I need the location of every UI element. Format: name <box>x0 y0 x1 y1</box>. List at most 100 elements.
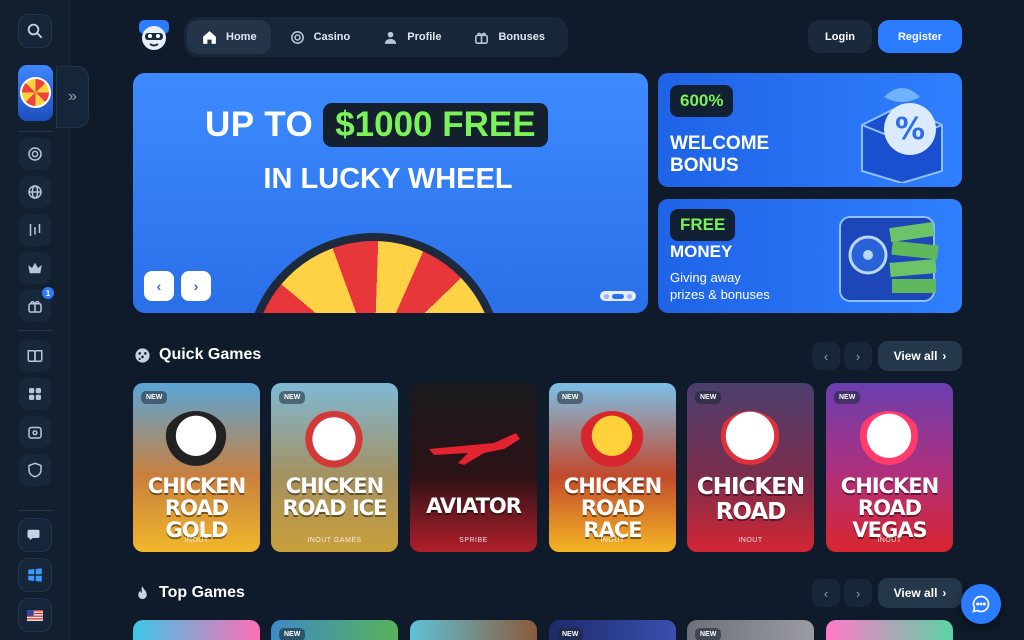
top-game-tile[interactable] <box>133 620 260 640</box>
game-provider: INOUT <box>738 537 763 544</box>
sidebar-item-live[interactable] <box>19 176 51 208</box>
quick-games-view-all-button[interactable]: View all › <box>878 341 962 371</box>
nav-casino[interactable]: Casino <box>275 20 365 54</box>
game-card-chicken-road-ice[interactable]: NEW CHICKEN ROAD ICE INOUT GAMES <box>271 383 398 552</box>
promo-title: MONEY <box>670 242 733 261</box>
lock-box-icon <box>28 426 42 439</box>
top-games-view-all-button[interactable]: View all › <box>878 578 962 608</box>
double-chevron-right-icon: » <box>68 88 77 105</box>
promo-welcome-bonus[interactable]: 600% WELCOME BONUS % <box>658 73 962 187</box>
nav-bonuses-label: Bonuses <box>498 31 545 43</box>
money-safe-icon <box>839 216 939 302</box>
game-provider: INOUT <box>184 537 209 544</box>
game-card-aviator[interactable]: AVIATOR SPRIBE <box>410 383 537 552</box>
game-provider: INOUT <box>600 537 625 544</box>
support-button[interactable] <box>18 518 52 552</box>
hero-prev-button[interactable]: ‹ <box>144 271 174 301</box>
top-game-tile[interactable] <box>826 620 953 640</box>
game-title: CHICKEN ROAD ICE <box>282 474 387 520</box>
sidebar-item-casino[interactable] <box>19 138 51 170</box>
windows-app-button[interactable] <box>18 558 52 592</box>
sidebar-item-promotions[interactable]: 1 <box>19 287 54 322</box>
game-title: CHICKEN ROAD VEGAS <box>840 474 939 542</box>
user-icon <box>385 31 397 44</box>
live-chat-button[interactable] <box>961 584 1001 624</box>
hero-next-button[interactable]: › <box>181 271 211 301</box>
top-games-next-button[interactable]: › <box>844 579 872 607</box>
promo-subtitle-line2: prizes & bonuses <box>670 287 770 302</box>
windows-icon <box>28 568 42 582</box>
game-title: AVIATOR <box>426 494 522 518</box>
lucky-wheel-thumbnail[interactable] <box>18 65 53 121</box>
sidebar-item-sports[interactable] <box>19 214 51 246</box>
chevron-right-icon: › <box>942 349 947 363</box>
globe-icon <box>28 185 42 199</box>
game-card-chicken-road-race[interactable]: NEW CHICKEN ROAD RACE INOUT <box>549 383 676 552</box>
carousel-dot-active[interactable] <box>612 293 624 299</box>
game-art <box>301 411 367 473</box>
sidebar-item-games[interactable] <box>19 378 51 410</box>
chevron-left-icon: ‹ <box>823 585 829 601</box>
nav-bonuses[interactable]: Bonuses <box>459 20 558 54</box>
sidebar-item-wallet[interactable] <box>19 416 51 448</box>
apps-icon <box>29 388 41 400</box>
top-games-prev-button[interactable]: ‹ <box>812 579 840 607</box>
top-game-tile[interactable]: NEW <box>687 620 814 640</box>
search-button[interactable] <box>18 14 52 48</box>
view-all-label: View all <box>893 586 938 600</box>
dice-icon <box>135 347 150 363</box>
hero-headline-prefix: UP TO <box>205 105 314 144</box>
lucky-wheel-image <box>245 233 503 313</box>
new-badge: NEW <box>557 628 584 640</box>
sidebar-divider <box>18 510 52 511</box>
promo-pill: FREE <box>670 209 736 241</box>
quick-games-heading: Quick Games <box>134 346 261 364</box>
quick-games-next-button[interactable]: › <box>844 342 872 370</box>
register-button[interactable]: Register <box>878 20 962 53</box>
chat-bubbles-icon <box>27 529 40 541</box>
nav-home-label: Home <box>226 31 257 43</box>
top-game-tile[interactable] <box>410 620 537 640</box>
new-badge: NEW <box>279 628 306 640</box>
game-card-chicken-road-gold[interactable]: NEW CHICKEN ROAD GOLD INOUT <box>133 383 260 552</box>
promo-free-money[interactable]: FREE MONEY Giving away prizes & bonuses <box>658 199 962 313</box>
sidebar-item-blog[interactable] <box>19 340 51 372</box>
hero-headline-highlight: $1000 FREE <box>323 103 548 147</box>
game-art <box>579 411 645 473</box>
sidebar-expand-button[interactable]: » <box>56 66 89 128</box>
new-badge: NEW <box>695 628 722 640</box>
gift-icon <box>28 300 42 313</box>
game-art <box>856 411 922 473</box>
login-button[interactable]: Login <box>808 20 872 53</box>
quick-games-prev-button[interactable]: ‹ <box>812 342 840 370</box>
nav-profile[interactable]: Profile <box>368 20 455 54</box>
shield-icon <box>28 462 42 478</box>
game-card-chicken-road[interactable]: NEW CHICKEN ROAD INOUT <box>687 383 814 552</box>
gift-icon <box>475 32 489 44</box>
chat-icon <box>972 595 990 613</box>
carousel-dot[interactable] <box>627 293 632 299</box>
top-game-tile[interactable]: NEW <box>549 620 676 640</box>
new-badge: NEW <box>695 391 722 404</box>
sidebar: » 1 <box>0 0 89 640</box>
fire-icon <box>138 585 147 599</box>
book-icon <box>27 350 43 362</box>
chart-candles-icon <box>29 224 41 236</box>
hero-subheadline: IN LUCKY WHEEL <box>263 163 513 195</box>
top-game-tile[interactable]: NEW <box>271 620 398 640</box>
game-art <box>717 411 783 473</box>
game-card-chicken-road-vegas[interactable]: NEW CHICKEN ROAD VEGAS INOUT <box>826 383 953 552</box>
sidebar-item-security[interactable] <box>19 454 51 486</box>
new-badge: NEW <box>141 391 168 404</box>
search-icon <box>27 23 43 39</box>
sidebar-item-vip[interactable] <box>19 252 51 284</box>
game-art <box>163 411 229 473</box>
site-logo[interactable] <box>136 18 172 54</box>
carousel-dot[interactable] <box>604 293 609 299</box>
language-button[interactable] <box>18 598 52 632</box>
game-title: CHICKEN ROAD GOLD <box>147 474 246 542</box>
carousel-indicator[interactable] <box>600 291 636 301</box>
chevron-left-icon: ‹ <box>823 348 829 364</box>
nav-home[interactable]: Home <box>187 20 271 54</box>
quick-games-title: Quick Games <box>159 346 262 363</box>
